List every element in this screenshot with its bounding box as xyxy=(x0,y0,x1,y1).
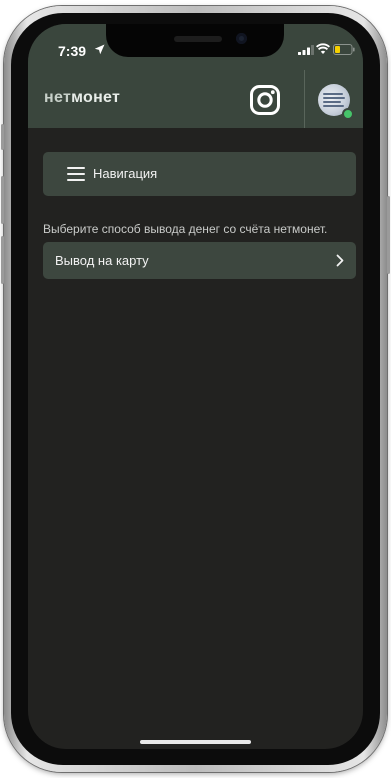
online-status-badge xyxy=(342,108,354,120)
logo-part-1: нет xyxy=(44,89,72,106)
battery-low-icon xyxy=(333,44,355,55)
withdraw-to-card-label: Вывод на карту xyxy=(55,253,149,268)
location-arrow-icon xyxy=(94,44,105,55)
navigation-label: Навигация xyxy=(93,166,158,181)
app-screen: 7:39 нетмонет Навигация Выберите способ … xyxy=(28,24,363,749)
navigation-toggle-button[interactable]: Навигация xyxy=(43,152,356,196)
header-divider xyxy=(304,70,305,128)
chevron-right-icon xyxy=(336,254,344,267)
volume-down-button xyxy=(1,236,4,284)
home-indicator[interactable] xyxy=(140,740,251,744)
status-bar: 7:39 xyxy=(28,24,363,70)
power-button xyxy=(387,196,390,274)
helper-text: Выберите способ вывода денег со счёта не… xyxy=(43,222,328,236)
app-logo[interactable]: нетмонет xyxy=(44,89,120,107)
logo-part-2: монет xyxy=(71,89,121,106)
mute-switch xyxy=(1,124,4,150)
signal-icon xyxy=(298,45,314,55)
withdraw-to-card-option[interactable]: Вывод на карту xyxy=(43,242,356,279)
instagram-icon[interactable] xyxy=(248,83,282,117)
app-header: нетмонет xyxy=(28,70,363,128)
wifi-icon xyxy=(316,43,330,54)
device-notch xyxy=(106,24,284,57)
hamburger-menu-icon xyxy=(67,167,85,181)
front-camera xyxy=(236,33,247,44)
speaker-grille xyxy=(174,36,222,42)
status-time: 7:39 xyxy=(58,43,87,59)
volume-up-button xyxy=(1,176,4,224)
